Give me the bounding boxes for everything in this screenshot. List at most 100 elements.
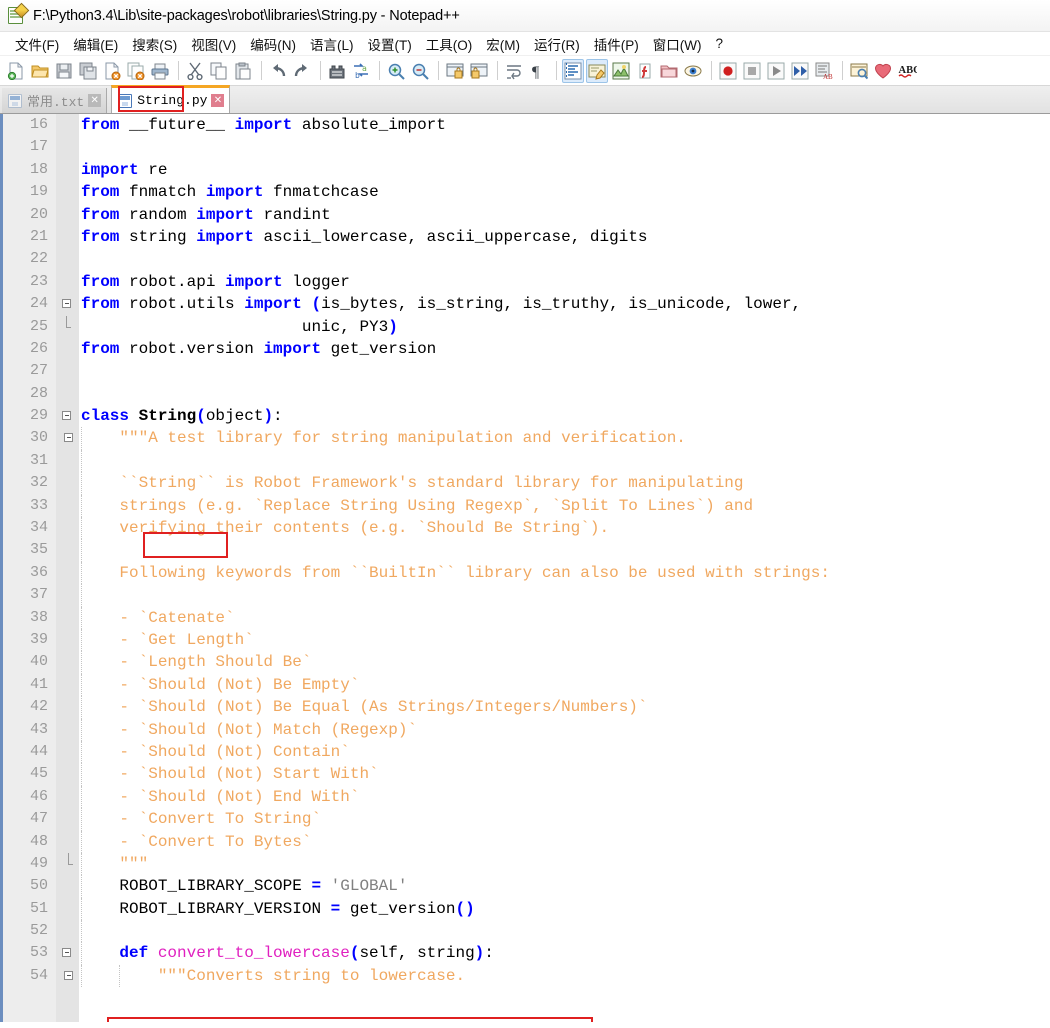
menu-search[interactable]: 搜索(S) (125, 32, 184, 56)
close-all-icon[interactable] (125, 59, 147, 83)
code-line[interactable]: 23 from robot.api import logger (0, 271, 1050, 293)
token-op: ( (311, 295, 322, 314)
cut-icon[interactable] (184, 59, 206, 83)
code-line[interactable]: 33 strings (e.g. `Replace String Using R… (0, 494, 1050, 518)
code-line[interactable]: 49 """ (0, 852, 1050, 876)
fold-marker[interactable] (64, 852, 76, 875)
code-line[interactable]: 46 - `Should (Not) End With` (0, 785, 1050, 809)
fold-marker[interactable] (64, 965, 76, 987)
code-line[interactable]: 51 ROBOT_LIBRARY_VERSION = get_version() (0, 897, 1050, 921)
folder-as-workspace-icon[interactable] (658, 59, 680, 83)
zoom-out-icon[interactable] (409, 59, 431, 83)
code-line[interactable]: 16 from __future__ import absolute_import (0, 114, 1050, 136)
code-line[interactable]: 26 from robot.version import get_version (0, 338, 1050, 360)
save-macro-icon[interactable]: ABC (813, 59, 835, 83)
menu-macro[interactable]: 宏(M) (479, 32, 527, 56)
code-line[interactable]: 36 Following keywords from ``BuiltIn`` l… (0, 561, 1050, 585)
copy-icon[interactable] (208, 59, 230, 83)
open-file-icon[interactable] (29, 59, 51, 83)
record-macro-icon[interactable] (717, 59, 739, 83)
code-line[interactable]: 38 - `Catenate` (0, 606, 1050, 629)
menu-plugins[interactable]: 插件(P) (587, 32, 646, 56)
close-icon[interactable]: ✕ (211, 94, 225, 107)
menu-edit[interactable]: 编辑(E) (66, 32, 125, 56)
line-number: 42 (29, 698, 48, 716)
code-line[interactable]: 54 """Converts string to lowercase. (0, 964, 1050, 988)
code-line[interactable]: 20 from random import randint (0, 204, 1050, 226)
code-editor[interactable]: 16 from __future__ import absolute_import… (0, 114, 1050, 1022)
code-line[interactable]: 52 (0, 920, 1050, 943)
menu-window[interactable]: 窗口(W) (646, 32, 709, 56)
code-line[interactable]: 24 from robot.utils import (is_bytes, is_… (0, 293, 1050, 315)
code-line[interactable]: 53 def convert_to_lowercase(self, string… (0, 942, 1050, 965)
user-defined-language-icon[interactable] (586, 58, 608, 83)
menu-encoding[interactable]: 编码(N) (243, 32, 303, 56)
find-icon[interactable] (326, 59, 348, 83)
code-line[interactable]: 18 import re (0, 159, 1050, 181)
code-line[interactable]: 39 - `Get Length` (0, 628, 1050, 652)
menu-file[interactable]: 文件(F) (8, 32, 66, 56)
save-icon[interactable] (53, 59, 75, 83)
menu-language[interactable]: 语言(L) (303, 32, 361, 56)
print-icon[interactable] (149, 59, 171, 83)
code-line[interactable]: 41 - `Should (Not) Be Empty` (0, 673, 1050, 697)
save-all-icon[interactable] (77, 59, 99, 83)
replace-icon[interactable]: ab (350, 59, 372, 83)
word-wrap-icon[interactable] (503, 59, 525, 83)
fold-marker[interactable] (62, 405, 74, 427)
code-line[interactable]: 40 - `Length Should Be` (0, 651, 1050, 674)
fold-marker[interactable] (64, 427, 76, 449)
code-line[interactable]: 22 (0, 248, 1050, 270)
show-doc-map-icon[interactable] (610, 59, 632, 83)
menu-settings[interactable]: 设置(T) (361, 32, 419, 56)
code-line[interactable]: 44 - `Should (Not) Contain` (0, 740, 1050, 764)
menu-help[interactable]: ? (708, 34, 730, 53)
paste-icon[interactable] (232, 59, 254, 83)
code-line[interactable]: 37 (0, 584, 1050, 607)
code-line[interactable]: 28 (0, 383, 1050, 405)
sync-vertical-scroll-icon[interactable] (444, 59, 466, 83)
new-file-icon[interactable] (5, 59, 27, 83)
menu-tools[interactable]: 工具(O) (419, 32, 480, 56)
sync-horizontal-scroll-icon[interactable] (468, 59, 490, 83)
code-line[interactable]: 34 verifying their contents (e.g. `Shoul… (0, 517, 1050, 540)
stop-record-macro-icon[interactable] (741, 59, 763, 83)
code-line[interactable]: 21 from string import ascii_lowercase, as… (0, 226, 1050, 248)
menu-view[interactable]: 视图(V) (184, 32, 243, 56)
fold-marker[interactable] (62, 942, 74, 964)
code-line[interactable]: 47 - `Convert To String` (0, 808, 1050, 831)
code-line[interactable]: 30 """A test library for string manipula… (0, 427, 1050, 450)
undo-icon[interactable] (267, 59, 289, 83)
menu-run[interactable]: 运行(R) (527, 32, 587, 56)
code-line[interactable]: 17 (0, 136, 1050, 158)
run-icon[interactable] (848, 59, 870, 83)
code-line[interactable]: 42 - `Should (Not) Be Equal (As Strings/… (0, 696, 1050, 719)
fold-marker[interactable] (62, 315, 74, 338)
show-all-chars-icon[interactable]: ¶ (527, 59, 549, 83)
redo-icon[interactable] (291, 59, 313, 83)
tab-changyong-txt[interactable]: 常用.txt ✕ (2, 88, 108, 113)
indent-guide-icon[interactable] (562, 58, 584, 83)
code-line[interactable]: 19 from fnmatch import fnmatchcase (0, 181, 1050, 203)
fold-marker[interactable] (62, 293, 74, 315)
close-file-icon[interactable] (101, 59, 123, 83)
code-line[interactable]: 31 (0, 449, 1050, 473)
code-line[interactable]: 32 ``String`` is Robot Framework's stand… (0, 472, 1050, 495)
tab-string-py[interactable]: String.py ✕ (111, 85, 231, 113)
zoom-in-icon[interactable] (385, 59, 407, 83)
code-line[interactable]: 29 class String(object): (0, 405, 1050, 427)
document-preview-icon[interactable] (682, 59, 704, 83)
run-macro-multiple-icon[interactable] (789, 59, 811, 83)
playback-macro-icon[interactable] (765, 59, 787, 83)
close-icon[interactable]: ✕ (88, 94, 102, 107)
spell-check-abc-icon[interactable]: ABC (896, 59, 918, 83)
function-list-icon[interactable] (634, 59, 656, 83)
code-line[interactable]: 43 - `Should (Not) Match (Regexp)` (0, 718, 1050, 741)
donate-heart-icon[interactable] (872, 59, 894, 83)
code-line[interactable]: 50 ROBOT_LIBRARY_SCOPE = 'GLOBAL' (0, 875, 1050, 898)
code-line[interactable]: 27 (0, 360, 1050, 382)
code-line[interactable]: 35 (0, 539, 1050, 562)
code-line[interactable]: 45 - `Should (Not) Start With` (0, 763, 1050, 786)
code-line[interactable]: 48 - `Convert To Bytes` (0, 830, 1050, 853)
code-line[interactable]: 25 unic, PY3) (0, 315, 1050, 338)
